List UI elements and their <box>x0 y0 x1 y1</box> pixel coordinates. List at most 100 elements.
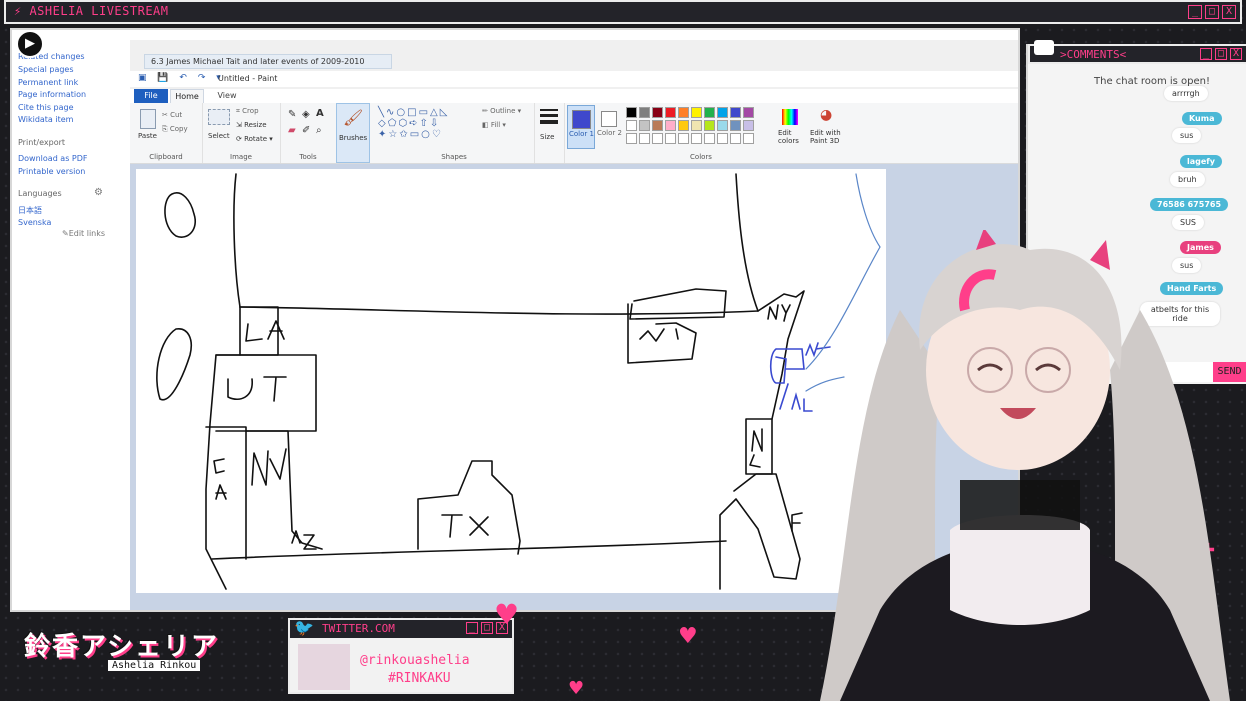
chat-message: arrrrgh <box>1164 86 1208 101</box>
texas-outline <box>417 460 521 555</box>
magnifier-icon[interactable]: ⌕ <box>316 125 322 136</box>
custom-color-slot[interactable] <box>626 133 637 144</box>
label-tx <box>441 514 489 538</box>
palette-swatch[interactable] <box>717 107 728 118</box>
custom-color-slot[interactable] <box>678 133 689 144</box>
resize-button[interactable]: ⇲ Resize <box>236 121 267 129</box>
custom-color-slot[interactable] <box>691 133 702 144</box>
edit-colors-button[interactable]: Edit colors <box>778 107 802 155</box>
menu-file[interactable]: File <box>134 89 168 103</box>
palette-swatch[interactable] <box>678 107 689 118</box>
gear-icon[interactable]: ⚙ <box>94 187 103 198</box>
palette-swatch[interactable] <box>704 120 715 131</box>
twitter-handle[interactable]: @rinkouashelia <box>360 653 470 668</box>
palette-swatch[interactable] <box>691 120 702 131</box>
custom-color-slot[interactable] <box>652 133 663 144</box>
color-picker-icon[interactable]: ✐ <box>302 125 310 136</box>
palette-swatch[interactable] <box>639 107 650 118</box>
copy-button[interactable]: ⎘ Copy <box>162 125 188 134</box>
vtuber-avatar <box>820 230 1230 701</box>
palette-swatch[interactable] <box>626 107 637 118</box>
wiki-link[interactable]: 日本語 <box>18 205 42 216</box>
color2-button[interactable]: Color 2 <box>596 105 622 147</box>
blob-outline <box>164 192 196 238</box>
border-line <box>233 173 241 308</box>
maximize-button[interactable]: □ <box>1205 5 1219 19</box>
paste-button[interactable]: Paste <box>138 132 157 140</box>
chat-close-button[interactable]: X <box>1230 48 1242 60</box>
select-icon[interactable] <box>208 109 230 125</box>
brushes-button[interactable]: 🖌 Brushes <box>336 103 370 163</box>
menu-view[interactable]: View <box>210 89 244 103</box>
palette-swatch[interactable] <box>652 120 663 131</box>
color1-button[interactable]: Color 1 <box>567 105 595 149</box>
chat-bubble-icon <box>1034 40 1054 55</box>
palette-swatch[interactable] <box>626 120 637 131</box>
wiki-link[interactable]: Cite this page <box>18 103 74 112</box>
pencil-icon[interactable]: ✎ <box>288 109 296 120</box>
size-button[interactable]: Size <box>534 103 565 163</box>
wiki-link[interactable]: Svenska <box>18 218 51 227</box>
palette-swatch[interactable] <box>743 107 754 118</box>
wiki-link[interactable]: Download as PDF <box>18 154 88 163</box>
chat-maximize-button[interactable]: □ <box>1215 48 1227 60</box>
wiki-link[interactable]: Printable version <box>18 167 85 176</box>
palette-swatch[interactable] <box>730 107 741 118</box>
palette-swatch[interactable] <box>717 120 728 131</box>
minimize-button[interactable]: _ <box>1188 5 1202 19</box>
edit-links[interactable]: ✎Edit links <box>62 229 105 238</box>
custom-color-slot[interactable] <box>704 133 715 144</box>
text-icon[interactable]: A <box>316 108 324 119</box>
fill-button[interactable]: ◧ Fill ▾ <box>482 121 506 129</box>
blob-outline <box>156 328 192 401</box>
palette-swatch[interactable] <box>691 107 702 118</box>
drawing-canvas[interactable] <box>136 169 886 593</box>
custom-color-slot[interactable] <box>665 133 676 144</box>
wiki-link[interactable]: Permanent link <box>18 78 78 87</box>
palette-swatch[interactable] <box>730 120 741 131</box>
outline-button[interactable]: ✏ Outline ▾ <box>482 107 521 115</box>
chat-minimize-button[interactable]: _ <box>1200 48 1212 60</box>
custom-color-slot[interactable] <box>730 133 741 144</box>
chat-message: sus <box>1172 128 1202 143</box>
palette-swatch[interactable] <box>704 107 715 118</box>
paste-icon[interactable] <box>140 109 156 129</box>
border-line <box>211 540 727 560</box>
tools-label: Tools <box>299 153 317 161</box>
eraser-icon[interactable]: ▰ <box>288 125 296 136</box>
shapes-label: Shapes <box>441 153 467 161</box>
palette-swatch[interactable] <box>678 120 689 131</box>
browser-tab[interactable]: 6.3 James Michael Tait and later events … <box>144 54 392 69</box>
custom-color-slot[interactable] <box>717 133 728 144</box>
wiki-link[interactable]: Special pages <box>18 65 74 74</box>
palette-swatch[interactable] <box>743 120 754 131</box>
chat-message: bruh <box>1170 172 1205 187</box>
cut-button[interactable]: ✂ Cut <box>162 111 182 119</box>
rainbow-icon <box>782 109 798 125</box>
twitter-card: 🐦 TWITTER.COM _ □ X @rinkouashelia #RINK… <box>288 618 514 694</box>
stream-window-buttons: _ □ X <box>1188 5 1236 19</box>
twitter-minimize-button[interactable]: _ <box>466 622 478 634</box>
rotate-button[interactable]: ⟳ Rotate ▾ <box>236 135 273 143</box>
fill-icon[interactable]: ◈ <box>302 109 310 120</box>
wiki-link[interactable]: Wikidata item <box>18 115 73 124</box>
custom-color-slot[interactable] <box>743 133 754 144</box>
custom-color-slot[interactable] <box>639 133 650 144</box>
paint3d-button[interactable]: ◕ Edit with Paint 3D <box>810 107 846 155</box>
menu-home[interactable]: Home <box>170 89 204 103</box>
quick-access-icons[interactable]: ▣ 💾 ↶ ↷ ▾ <box>138 73 225 83</box>
play-icon[interactable]: ▶ <box>16 30 44 58</box>
close-button[interactable]: X <box>1222 5 1236 19</box>
crop-button[interactable]: ⌗ Crop <box>236 107 259 116</box>
palette-swatch[interactable] <box>652 107 663 118</box>
select-button[interactable]: Select <box>208 132 230 140</box>
edit-colors-label: Edit colors <box>778 129 799 145</box>
stream-title-bar: ⚡ ASHELIA LIVESTREAM _ □ X <box>4 0 1242 24</box>
twitter-maximize-button[interactable]: □ <box>481 622 493 634</box>
shapes-gallery[interactable]: ╲∿○□▭△◺ ◇⬠⬡➪⇧⇩ ✦☆✩▭○♡ <box>378 107 449 140</box>
wiki-link[interactable]: Page information <box>18 90 86 99</box>
label-ma <box>639 328 679 342</box>
palette-swatch[interactable] <box>665 120 676 131</box>
palette-swatch[interactable] <box>639 120 650 131</box>
palette-swatch[interactable] <box>665 107 676 118</box>
